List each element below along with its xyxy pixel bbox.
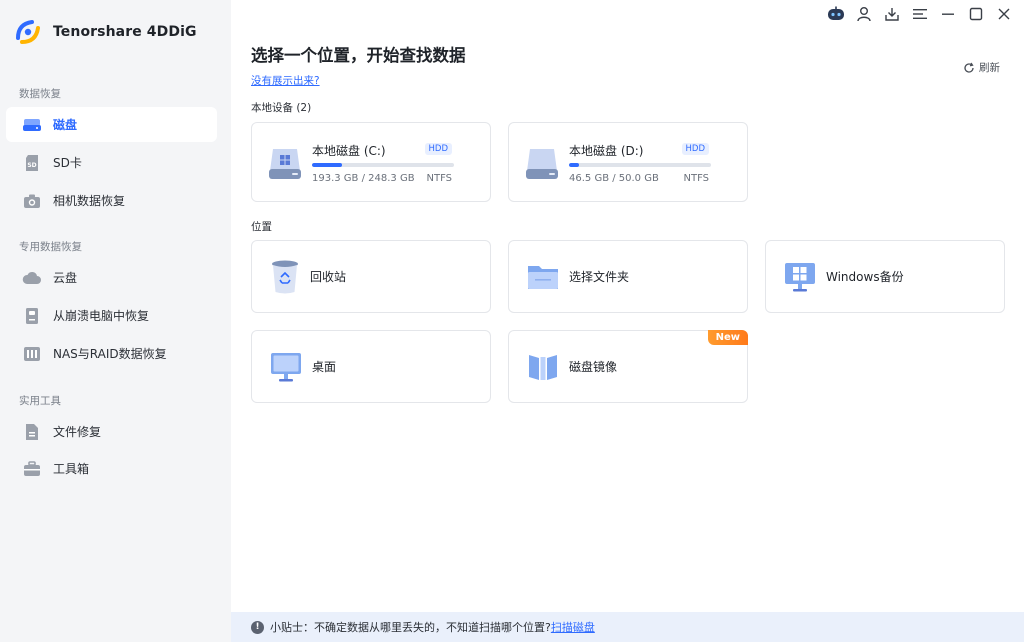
recycle-bin-icon	[272, 260, 298, 293]
drive-filesystem: NTFS	[426, 173, 452, 184]
svg-text:SD: SD	[27, 162, 36, 169]
drive-type-badge: HDD	[424, 143, 452, 155]
scan-disk-link[interactable]: 扫描磁盘	[551, 619, 595, 635]
crashed-pc-icon	[22, 306, 42, 326]
sidebar-item-label: SD卡	[53, 156, 82, 170]
locations-label: 位置	[251, 221, 272, 233]
disk-icon	[22, 115, 42, 135]
location-label: 桌面	[312, 360, 337, 374]
drive-usage-bar	[569, 163, 711, 167]
cloud-icon	[22, 268, 42, 288]
hard-drive-icon	[269, 149, 301, 179]
sidebar-item-label: 磁盘	[53, 118, 78, 132]
refresh-label: 刷新	[979, 62, 1000, 74]
windows-backup-icon	[785, 262, 815, 291]
sidebar-item-sd-card[interactable]: SD SD卡	[6, 145, 217, 180]
section-label-tools: 实用工具	[19, 395, 61, 407]
location-card-disk-image[interactable]: New 磁盘镜像	[508, 330, 748, 403]
drive-size: 46.5 GB / 50.0 GB	[569, 173, 659, 184]
main-content: 选择一个位置，开始查找数据 没有展示出来? 刷新 本地设备 (2) 本地磁盘 (…	[231, 0, 1024, 642]
drive-usage-fill	[312, 163, 342, 167]
location-label: 磁盘镜像	[569, 360, 618, 374]
sidebar-item-label: 工具箱	[53, 462, 90, 476]
hard-drive-icon	[526, 149, 558, 179]
local-devices-label: 本地设备 (2)	[251, 102, 312, 114]
drive-size: 193.3 GB / 248.3 GB	[312, 173, 415, 184]
sidebar-item-label: NAS与RAID数据恢复	[53, 347, 167, 361]
sidebar-item-file-repair[interactable]: 文件修复	[6, 414, 217, 449]
sd-card-icon: SD	[22, 153, 42, 173]
sidebar-item-disk[interactable]: 磁盘	[6, 107, 217, 142]
sidebar-item-label: 从崩溃电脑中恢复	[53, 309, 150, 323]
sidebar-item-toolbox[interactable]: 工具箱	[6, 451, 217, 486]
info-icon: !	[251, 620, 264, 634]
refresh-icon	[964, 62, 974, 73]
location-label: Windows备份	[826, 270, 904, 284]
location-label: 选择文件夹	[569, 270, 630, 284]
camera-icon	[22, 191, 42, 211]
drive-card-c[interactable]: 本地磁盘 (C:) HDD 193.3 GB / 248.3 GB NTFS	[251, 122, 491, 202]
drive-card-d[interactable]: 本地磁盘 (D:) HDD 46.5 GB / 50.0 GB NTFS	[508, 122, 748, 202]
sidebar-item-cloud[interactable]: 云盘	[6, 260, 217, 295]
sidebar-item-camera[interactable]: 相机数据恢复	[6, 183, 217, 218]
folder-icon	[528, 265, 558, 289]
sidebar: Tenorshare 4DDiG 数据恢复 磁盘 SD SD卡 相机数据恢复 专…	[0, 0, 231, 642]
new-badge: New	[707, 330, 748, 345]
file-repair-icon	[22, 422, 42, 442]
sidebar-item-label: 文件修复	[53, 425, 102, 439]
drive-filesystem: NTFS	[683, 173, 709, 184]
location-card-windows-backup[interactable]: Windows备份	[765, 240, 1005, 313]
sidebar-item-label: 相机数据恢复	[53, 194, 126, 208]
not-shown-help-link[interactable]: 没有展示出来?	[251, 73, 320, 88]
tip-bar: ! 小贴士：不确定数据从哪里丢失的，不知道扫描哪个位置? 扫描磁盘	[231, 612, 1024, 642]
location-card-select-folder[interactable]: 选择文件夹	[508, 240, 748, 313]
sidebar-item-nas-raid[interactable]: NAS与RAID数据恢复	[6, 336, 217, 371]
location-card-desktop[interactable]: 桌面	[251, 330, 491, 403]
brand: Tenorshare 4DDiG	[14, 18, 197, 46]
location-label: 回收站	[310, 270, 347, 284]
drive-name: 本地磁盘 (D:)	[569, 144, 644, 158]
nas-raid-icon	[22, 344, 42, 364]
page-title: 选择一个位置，开始查找数据	[251, 46, 466, 65]
toolbox-icon	[22, 459, 42, 479]
location-card-recycle-bin[interactable]: 回收站	[251, 240, 491, 313]
drive-name: 本地磁盘 (C:)	[312, 144, 386, 158]
drive-usage-fill	[569, 163, 579, 167]
app-name: Tenorshare 4DDiG	[53, 24, 197, 40]
app-logo-icon	[16, 20, 40, 44]
sidebar-item-crashed-pc[interactable]: 从崩溃电脑中恢复	[6, 298, 217, 333]
drive-type-badge: HDD	[681, 143, 709, 155]
disk-image-icon	[529, 354, 557, 380]
section-label-special-recovery: 专用数据恢复	[19, 241, 82, 253]
drive-usage-bar	[312, 163, 454, 167]
refresh-button[interactable]: 刷新	[963, 60, 1000, 75]
tip-text: 小贴士：不确定数据从哪里丢失的，不知道扫描哪个位置?	[270, 621, 551, 634]
desktop-icon	[271, 352, 301, 381]
section-label-data-recovery: 数据恢复	[19, 88, 61, 100]
sidebar-item-label: 云盘	[53, 271, 78, 285]
